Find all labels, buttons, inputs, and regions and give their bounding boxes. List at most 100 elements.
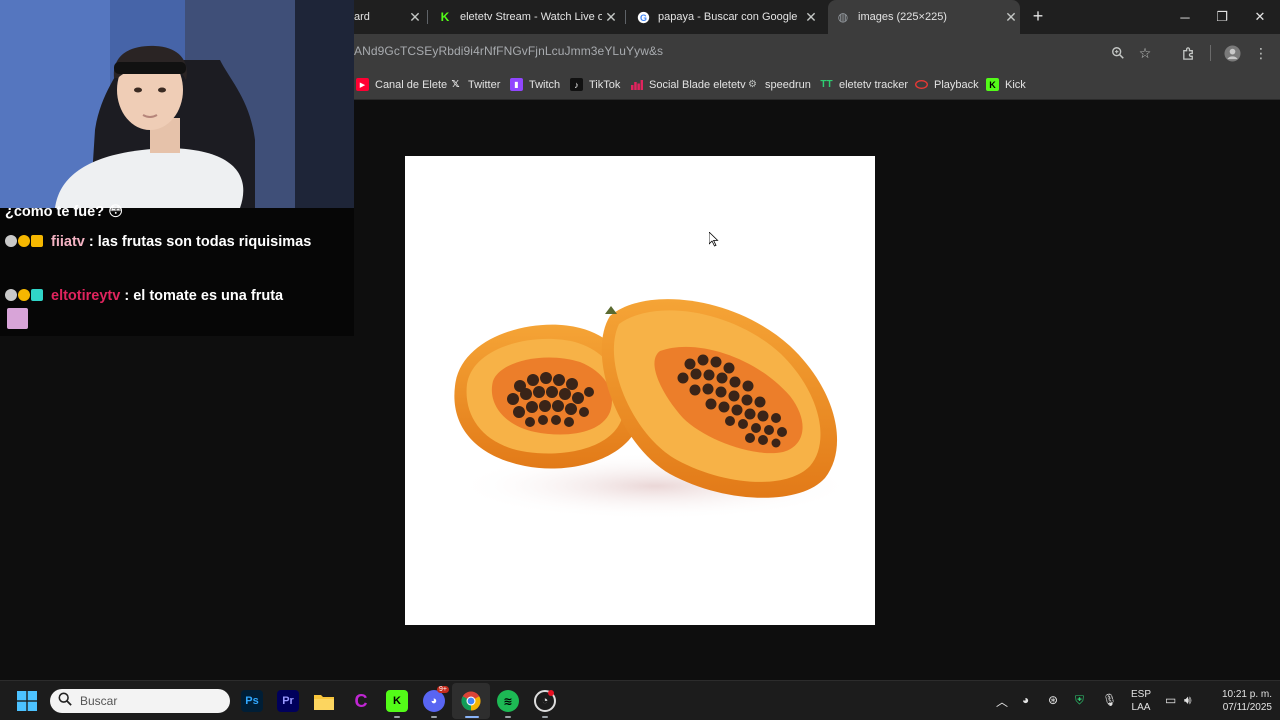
running-indicator (465, 716, 479, 718)
tab-kick-stream[interactable]: K eletetv Stream - Watch Live on ✕ (438, 0, 620, 34)
badge-icon (5, 235, 17, 247)
chat-message: fiiatv : las frutas son todas riquisimas (5, 230, 311, 255)
photoshop-icon[interactable]: Ps (241, 690, 263, 712)
svg-text:G: G (640, 12, 647, 22)
extensions-icon[interactable] (1178, 43, 1198, 63)
tab-title: eletetv Stream - Watch Live on (460, 11, 602, 23)
discord-icon[interactable]: ◕ (423, 690, 445, 712)
kick-icon: K (986, 78, 999, 91)
discord-tray-icon[interactable]: ◕ (1022, 693, 1029, 707)
address-bar[interactable]: ANd9GcTCSEyRbdi9i4rNfFNGvFjnLcuJmm3eYLuY… (354, 44, 663, 58)
spotify-icon[interactable]: ≋ (497, 690, 519, 712)
running-indicator (505, 716, 511, 718)
close-tab-icon[interactable]: ✕ (802, 9, 820, 26)
chrome-icon[interactable] (460, 690, 482, 712)
youtube-icon: ▶ (356, 78, 369, 91)
tab-dashboard[interactable]: ard ✕ (354, 0, 424, 34)
chat-separator: : (124, 288, 130, 304)
volume-icon[interactable]: 🔊︎ (1184, 693, 1192, 708)
taskbar-search-input[interactable]: Buscar (50, 689, 230, 713)
tray-overflow-icon[interactable]: ︿ (996, 693, 1008, 710)
chat-username: eltotireytv (51, 288, 121, 304)
clock-date: 07/11/2025 (1222, 702, 1272, 713)
close-tab-icon[interactable]: ✕ (602, 9, 620, 26)
badge-icon (18, 289, 30, 301)
badge-icon (5, 289, 17, 301)
bookmark-speedrun[interactable]: ⚙ speedrun (746, 78, 811, 91)
tab-title: ard (354, 11, 370, 23)
bookmark-star-icon[interactable]: ☆ (1135, 43, 1155, 63)
close-window-button[interactable]: ✕ (1241, 0, 1279, 34)
bookmark-label: Twitter (468, 78, 501, 91)
papaya-image (405, 156, 875, 625)
bookmark-social-blade[interactable]: Social Blade eletetv (630, 78, 746, 91)
bookmark-label: Kick (1005, 78, 1026, 91)
stream-chat: ¿como te fue? 😳 fiiatv : las frutas son … (0, 204, 354, 336)
restore-button[interactable]: ❐ (1203, 0, 1241, 34)
clock-time: 10:21 p. m. (1221, 689, 1272, 700)
bookmark-canal-de-elete[interactable]: ▶ Canal de Elete (356, 78, 447, 91)
running-indicator (394, 716, 400, 718)
socialblade-icon (630, 78, 643, 91)
bookmark-label: Canal de Elete (375, 78, 448, 91)
bookmark-kick[interactable]: K Kick (986, 78, 1026, 91)
premiere-icon[interactable]: Pr (277, 690, 299, 712)
toolbar-divider (1210, 45, 1211, 61)
playback-icon (915, 78, 928, 91)
bookmark-eletetv-tracker[interactable]: TT eletetv tracker (820, 78, 908, 91)
tab-images-active[interactable]: ◍ images (225×225) ✕ (828, 0, 1020, 34)
bookmark-twitch[interactable]: ▮ Twitch (510, 78, 560, 91)
chat-message-text: el tomate es una fruta (133, 288, 284, 304)
bookmark-label: speedrun (765, 78, 811, 91)
emote-icon (7, 308, 28, 329)
kick-icon[interactable]: K (386, 690, 408, 712)
tracker-icon: TT (820, 79, 833, 90)
canva-icon[interactable]: C (350, 690, 372, 712)
bookmark-twitter[interactable]: 𝕏 Twitter (449, 78, 500, 91)
new-tab-button[interactable]: + (1028, 6, 1048, 26)
kick-icon: K (440, 10, 450, 24)
language-code: ESP (1130, 689, 1151, 700)
bookmark-label: TikTok (589, 78, 621, 91)
tab-google-search[interactable]: G papaya - Buscar con Google ✕ (636, 0, 820, 34)
close-tab-icon[interactable]: ✕ (1002, 9, 1020, 26)
mouse-cursor-icon (708, 231, 719, 252)
twitch-icon: ▮ (510, 78, 523, 91)
windows-start-icon[interactable] (16, 690, 38, 712)
badge-icon (18, 235, 30, 247)
search-placeholder: Buscar (80, 694, 118, 708)
discord-badge: 9+ (437, 686, 449, 693)
recording-dot (548, 690, 554, 696)
chat-separator: : (88, 234, 94, 250)
tab-title: images (225×225) (858, 11, 947, 23)
search-icon (58, 692, 72, 711)
minimize-button[interactable]: ─ (1166, 0, 1204, 34)
chat-message: eltotireytv : el tomate es una fruta (5, 284, 283, 309)
close-tab-icon[interactable]: ✕ (406, 9, 424, 26)
tiktok-icon: ♪ (570, 78, 583, 91)
file-explorer-icon[interactable] (313, 690, 335, 712)
clock[interactable]: 10:21 p. m. 07/11/2025 (1204, 688, 1272, 714)
microphone-icon[interactable]: 🎙︎ (1102, 693, 1117, 707)
keyboard-layout: LAA (1131, 702, 1151, 713)
chat-message-text: ¿como te fue? 😳 (5, 204, 124, 220)
menu-kebab-icon[interactable]: ⋮ (1251, 43, 1271, 63)
tab-title: papaya - Buscar con Google (658, 11, 798, 23)
zoom-icon[interactable] (1108, 43, 1128, 63)
bookmark-label: Twitch (529, 78, 561, 91)
bookmark-playback[interactable]: Playback (915, 78, 979, 91)
google-icon: G (636, 10, 650, 24)
language-indicator[interactable]: ESP LAA (1128, 688, 1154, 714)
bookmark-tiktok[interactable]: ♪ TikTok (570, 78, 620, 91)
network-icon[interactable]: ▭ (1165, 693, 1176, 707)
x-icon: 𝕏 (451, 79, 460, 90)
bookmark-label: eletetv tracker (839, 78, 909, 91)
profile-avatar[interactable] (1222, 43, 1242, 63)
chat-message-text: las frutas son todas riquisimas (97, 234, 312, 250)
bookmark-label: Social Blade eletetv (649, 78, 746, 91)
running-indicator (431, 716, 437, 718)
security-tray-icon[interactable]: ⛨ (1075, 693, 1084, 708)
steam-tray-icon[interactable]: ⊛ (1048, 693, 1058, 707)
chat-username: fiiatv (51, 234, 85, 250)
webcam-feed (0, 0, 354, 208)
